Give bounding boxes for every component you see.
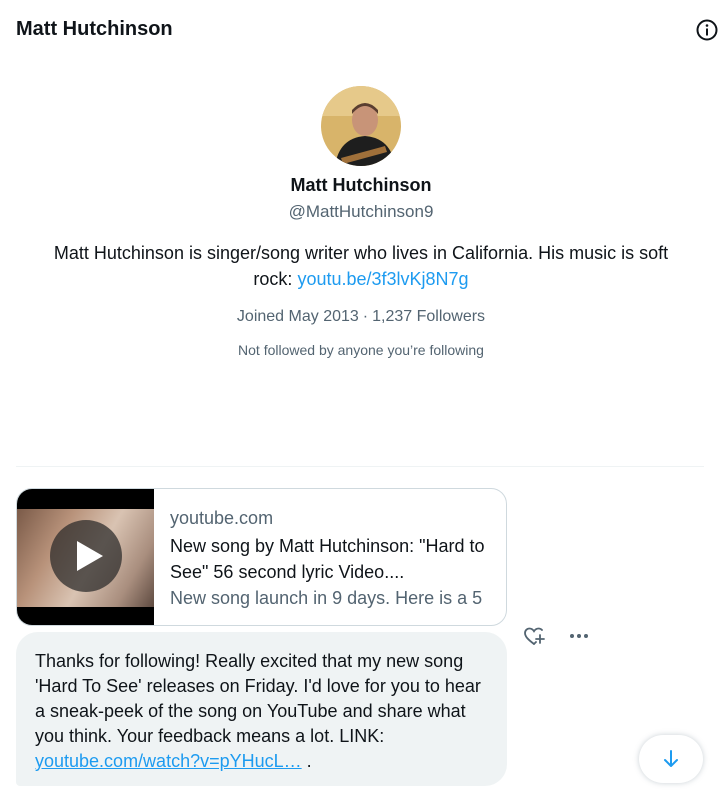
message-link[interactable]: youtube.com/watch?v=pYHucL… [35, 751, 302, 771]
link-domain: youtube.com [170, 508, 274, 528]
profile-summary: Matt Hutchinson @MattHutchinson9 Matt Hu… [0, 86, 722, 358]
profile-bio: Matt Hutchinson is singer/song writer wh… [41, 240, 681, 292]
link-preview-text: youtube.com New song by Matt Hutchinson:… [154, 489, 506, 625]
followers-count[interactable]: 1,237 Followers [372, 308, 485, 325]
arrow-down-icon [664, 750, 678, 767]
link-title: New song by Matt Hutchinson: "Hard to Se… [170, 536, 485, 582]
link-preview-card[interactable]: youtube.com New song by Matt Hutchinson:… [16, 488, 507, 626]
message-trailing: . [301, 751, 312, 771]
mutual-followers-note: Not followed by anyone you’re following [238, 342, 484, 358]
display-name[interactable]: Matt Hutchinson [0, 172, 722, 198]
username-handle[interactable]: @MattHutchinson9 [0, 200, 722, 224]
video-thumbnail[interactable] [17, 489, 154, 625]
play-icon[interactable] [50, 520, 122, 592]
message-bubble[interactable]: Thanks for following! Really excited tha… [16, 632, 507, 786]
profile-meta: Joined May 2013 · 1,237 Followers [0, 308, 722, 326]
more-icon[interactable] [567, 624, 591, 648]
add-reaction-icon[interactable] [522, 624, 546, 648]
bio-link[interactable]: youtu.be/3f3lvKj8N7g [297, 269, 468, 289]
conversation-title: Matt Hutchinson [16, 18, 173, 40]
avatar[interactable] [321, 86, 401, 166]
message-text: Thanks for following! Really excited tha… [35, 651, 481, 746]
meta-separator: · [362, 308, 369, 325]
section-divider [16, 466, 704, 467]
info-icon[interactable] [695, 18, 719, 42]
joined-date: Joined May 2013 [236, 308, 359, 325]
scroll-to-bottom-button[interactable] [639, 735, 703, 783]
link-description: New song launch in 9 days. Here is a 5 [170, 588, 483, 608]
